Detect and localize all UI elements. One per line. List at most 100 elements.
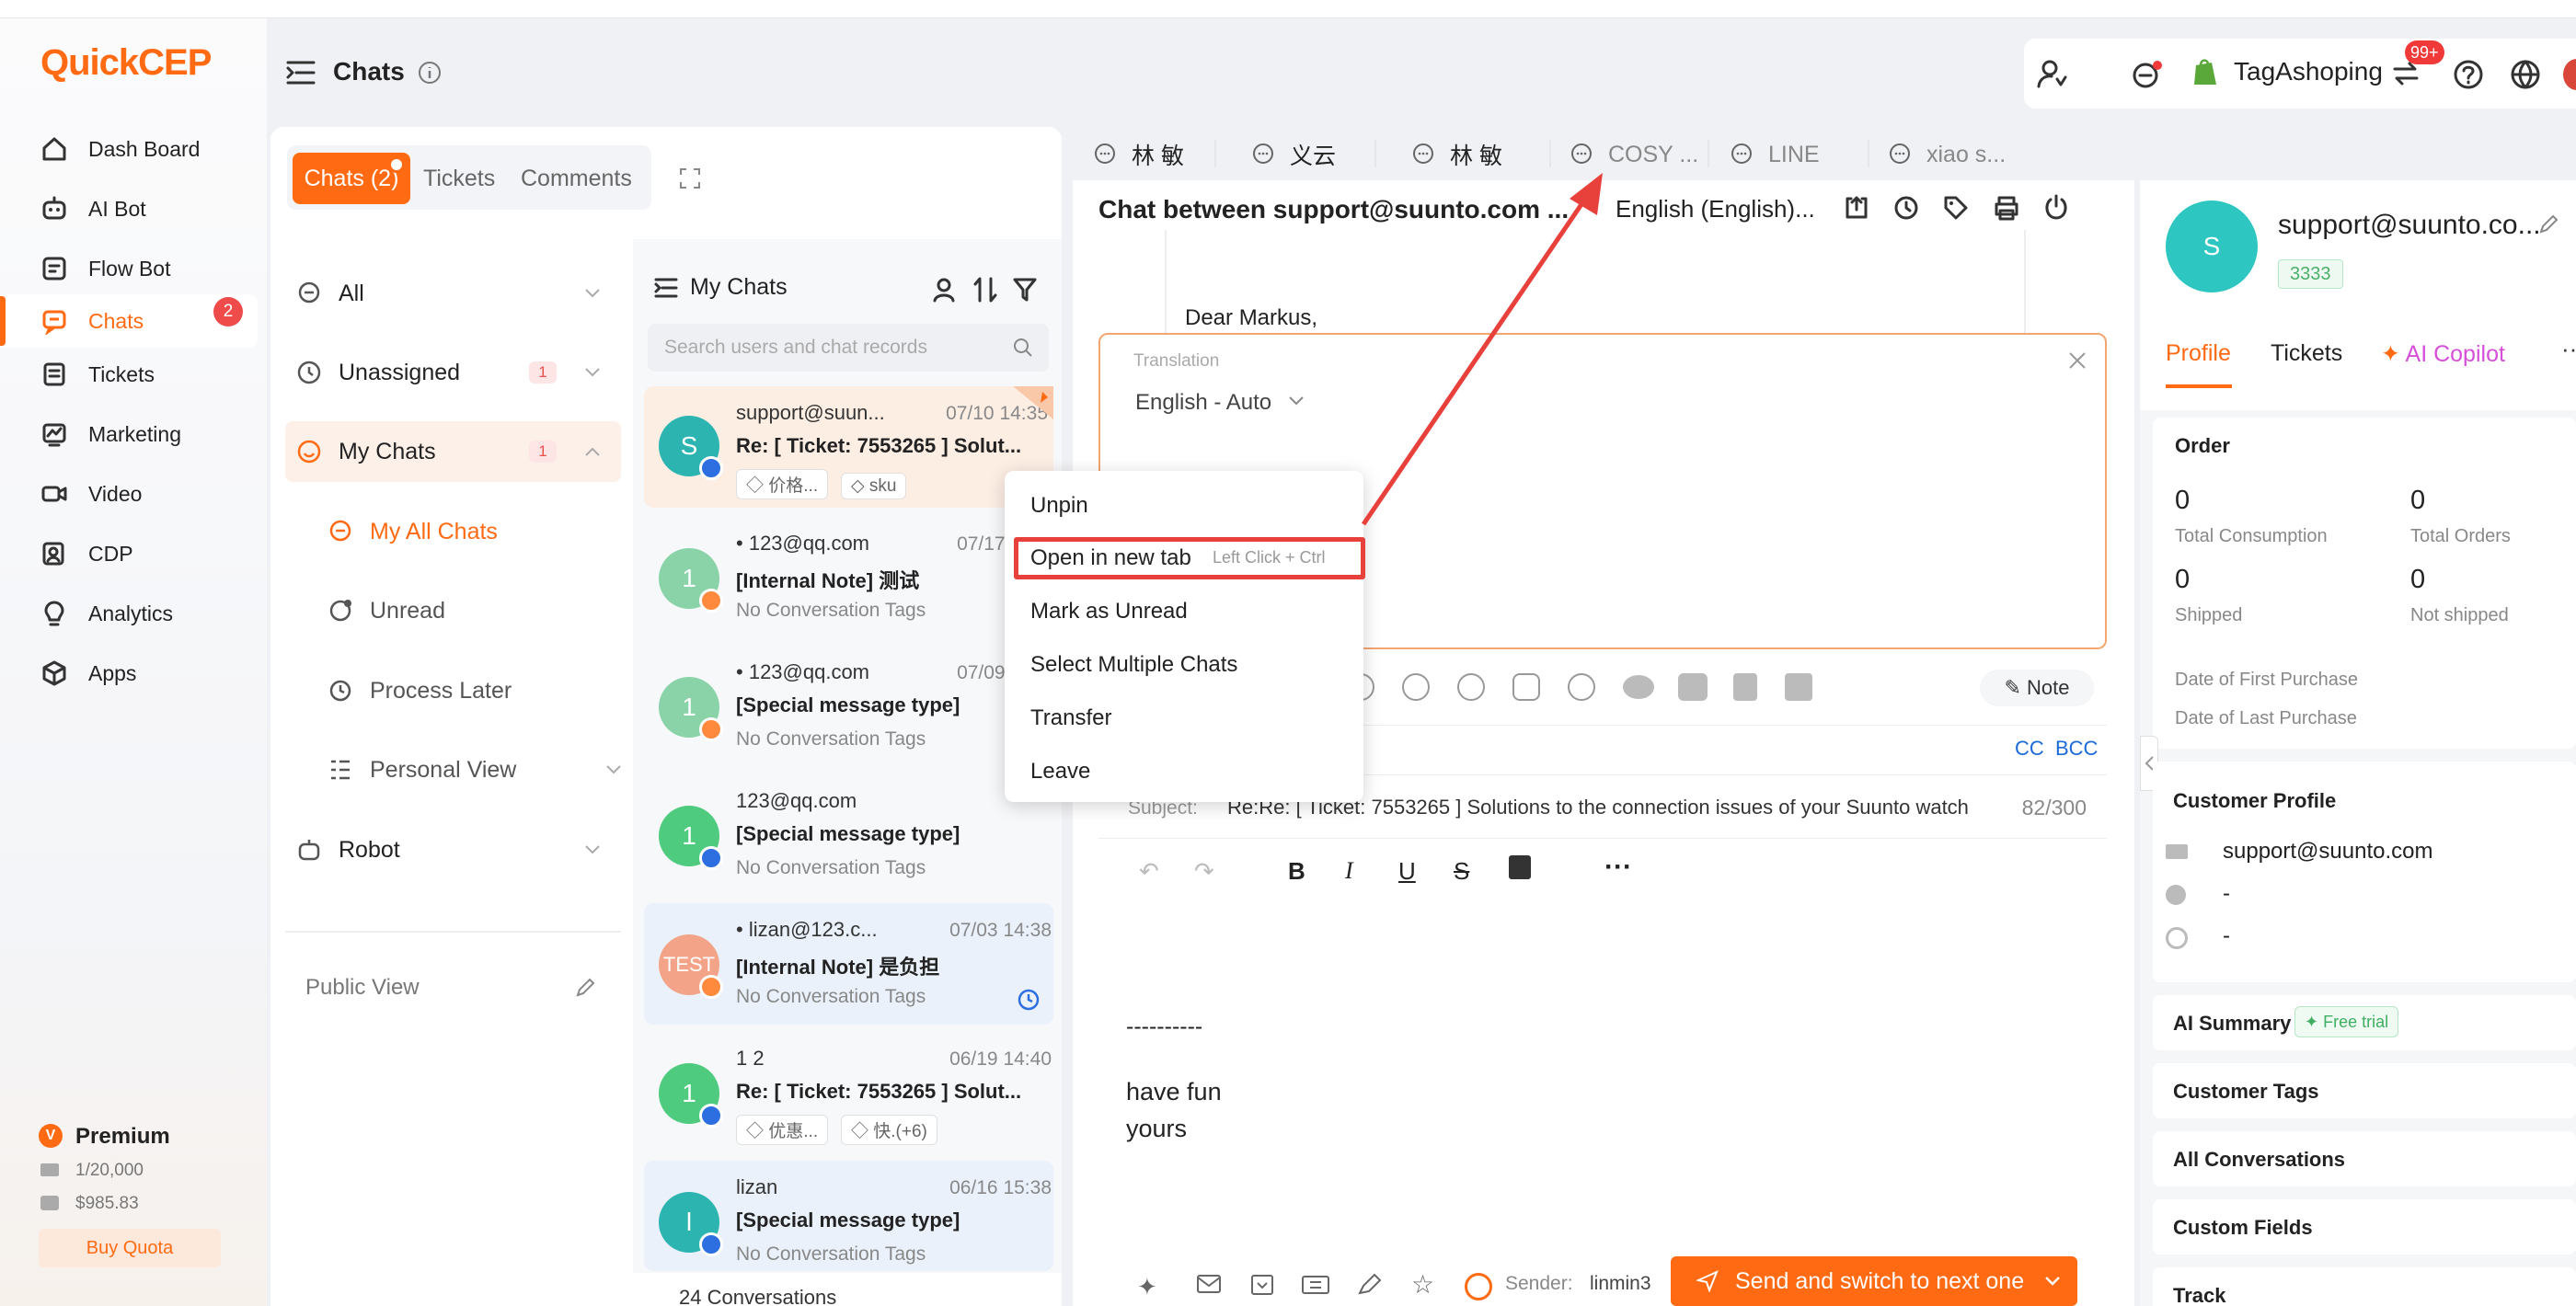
- note-button[interactable]: ✎ Note: [1980, 670, 2094, 706]
- chat-card[interactable]: 1 1 2 06/19 14:40 Re: [ Ticket: 7553265 …: [644, 1032, 1053, 1153]
- language-globe-icon[interactable]: [2510, 59, 2541, 90]
- nav-flow-bot[interactable]: Flow Bot: [40, 246, 170, 292]
- tab-profile[interactable]: Profile: [2166, 340, 2231, 367]
- star-icon[interactable]: ☆: [1411, 1272, 1434, 1298]
- italic-icon[interactable]: I: [1345, 857, 1353, 885]
- chat-card[interactable]: 1 • 123@qq.com 07/09 13:34 [Special mess…: [644, 646, 1059, 767]
- filter-unassigned[interactable]: Unassigned 1: [285, 342, 621, 403]
- tab-comments[interactable]: Comments: [521, 166, 632, 192]
- more-tabs-icon[interactable]: ···: [2561, 335, 2576, 363]
- search-input[interactable]: Search users and chat records: [648, 324, 1049, 372]
- menu-open-new-tab[interactable]: Open in new tab: [1030, 545, 1191, 571]
- filter-icon[interactable]: [1012, 276, 1040, 304]
- list-menu-icon[interactable]: [653, 276, 679, 300]
- chat-tab[interactable]: LINE: [1730, 129, 1820, 180]
- nav-video[interactable]: Video: [40, 471, 142, 517]
- sms-icon[interactable]: [1623, 675, 1654, 699]
- chat-card[interactable]: 1 123@qq.com [Special message type] No C…: [644, 774, 1053, 896]
- ai-assist-icon[interactable]: [1465, 1273, 1492, 1300]
- history-icon[interactable]: [1893, 195, 1919, 221]
- print-icon[interactable]: [1993, 195, 2020, 221]
- send-button[interactable]: Send and switch to next one: [1671, 1256, 2077, 1306]
- chat-card[interactable]: 1 • 123@qq.com 07/17 16:48 [Internal Not…: [644, 517, 1059, 638]
- signature-icon[interactable]: [1356, 1273, 1382, 1297]
- shopify-channel-icon[interactable]: [1733, 673, 1757, 701]
- nav-dashboard[interactable]: Dash Board: [40, 126, 200, 172]
- instagram-icon[interactable]: [1512, 673, 1540, 701]
- chevron-down-icon[interactable]: [2044, 1276, 2061, 1287]
- menu-leave[interactable]: Leave: [1030, 759, 1090, 785]
- bold-icon[interactable]: B: [1288, 857, 1305, 886]
- tab-ai-copilot[interactable]: ✦ AI Copilot: [2381, 340, 2505, 368]
- menu-transfer[interactable]: Transfer: [1030, 705, 1111, 731]
- menu-mark-unread[interactable]: Mark as Unread: [1030, 599, 1188, 624]
- chat-card[interactable]: l lizan 06/16 15:38 [Special message typ…: [644, 1161, 1053, 1271]
- bcc-button[interactable]: BCC: [2055, 737, 2098, 761]
- shop-name[interactable]: TagAshoping: [2234, 57, 2383, 86]
- switch-icon[interactable]: [2392, 61, 2420, 86]
- language-select[interactable]: English (English)...: [1616, 195, 1815, 223]
- inbox-icon[interactable]: [1249, 1273, 1275, 1297]
- amazon-icon[interactable]: [1568, 673, 1595, 701]
- edit-icon[interactable]: [2537, 213, 2559, 235]
- translation-language-select[interactable]: English - Auto: [1135, 390, 1271, 416]
- tag-icon[interactable]: [1943, 195, 1969, 221]
- help-icon[interactable]: [2453, 59, 2484, 90]
- close-icon[interactable]: [2066, 349, 2088, 372]
- tiktok-icon[interactable]: [1402, 673, 1430, 701]
- filter-process-later[interactable]: Process Later: [328, 660, 663, 721]
- search-icon[interactable]: [1012, 337, 1034, 359]
- customer-tags-section[interactable]: Customer Tags: [2153, 1063, 2576, 1118]
- menu-unpin[interactable]: Unpin: [1030, 493, 1088, 519]
- filter-my-chats[interactable]: My Chats 1: [285, 421, 621, 482]
- nav-apps[interactable]: Apps: [40, 650, 136, 696]
- notification-icon[interactable]: [2131, 59, 2164, 90]
- strikethrough-icon[interactable]: S: [1454, 857, 1469, 886]
- chat-card[interactable]: S support@suun... 07/10 14:35 Re: [ Tick…: [644, 386, 1053, 508]
- tab-profile-tickets[interactable]: Tickets: [2271, 340, 2342, 367]
- sender-value[interactable]: linmin3: [1590, 1273, 1651, 1295]
- chat-tab[interactable]: xiao s...: [1888, 129, 2006, 180]
- line-icon[interactable]: [1678, 673, 1708, 701]
- user-filter-icon[interactable]: [931, 276, 959, 304]
- filter-unread[interactable]: Unread: [328, 580, 663, 641]
- redo-icon[interactable]: ↷: [1194, 857, 1214, 886]
- filter-personal-view[interactable]: Personal View: [328, 739, 622, 800]
- power-icon[interactable]: [2042, 193, 2070, 221]
- nav-tickets[interactable]: Tickets: [40, 351, 155, 397]
- undo-icon[interactable]: ↶: [1139, 857, 1159, 886]
- nav-analytics[interactable]: Analytics: [40, 590, 173, 636]
- export-icon[interactable]: [1844, 195, 1869, 221]
- chat-tab[interactable]: 义云: [1251, 129, 1336, 180]
- underline-icon[interactable]: U: [1398, 857, 1416, 886]
- filter-robot[interactable]: Robot: [285, 819, 621, 880]
- cc-button[interactable]: CC: [2015, 737, 2044, 761]
- sort-icon[interactable]: [973, 276, 997, 304]
- edit-icon[interactable]: [574, 977, 596, 999]
- format-painter-icon[interactable]: [1509, 855, 1531, 879]
- magic-wand-icon[interactable]: ✦: [1137, 1273, 1157, 1301]
- ebay-icon[interactable]: [1785, 673, 1812, 701]
- buy-quota-button[interactable]: Buy Quota: [39, 1229, 221, 1267]
- email-template-icon[interactable]: [1196, 1273, 1222, 1295]
- nav-cdp[interactable]: CDP: [40, 531, 133, 577]
- info-icon[interactable]: [418, 61, 442, 85]
- messenger-icon[interactable]: [1457, 673, 1485, 701]
- menu-select-multiple[interactable]: Select Multiple Chats: [1030, 652, 1237, 678]
- expand-icon[interactable]: [679, 167, 701, 189]
- filter-all[interactable]: All: [285, 263, 621, 324]
- quickcep-logo[interactable]: QuickCEP: [40, 42, 212, 84]
- all-conversations-section[interactable]: All Conversations: [2153, 1131, 2576, 1186]
- track-section[interactable]: Track: [2153, 1267, 2576, 1306]
- coupon-icon[interactable]: [1301, 1273, 1330, 1297]
- nav-chats[interactable]: Chats: [40, 298, 144, 344]
- agent-status-icon[interactable]: [2035, 57, 2068, 90]
- shopify-icon[interactable]: [2191, 57, 2219, 88]
- nav-marketing[interactable]: Marketing: [40, 411, 181, 457]
- chat-tab[interactable]: 林 敏: [1093, 129, 1184, 180]
- ai-summary-section[interactable]: AI Summary ✦ Free trial: [2153, 995, 2576, 1050]
- collapse-menu-icon[interactable]: [285, 59, 316, 86]
- custom-fields-section[interactable]: Custom Fields: [2153, 1199, 2576, 1254]
- chat-card[interactable]: TEST • lizan@123.c... 07/03 14:38 [Inter…: [644, 903, 1053, 1025]
- filter-my-all-chats[interactable]: My All Chats: [328, 501, 663, 562]
